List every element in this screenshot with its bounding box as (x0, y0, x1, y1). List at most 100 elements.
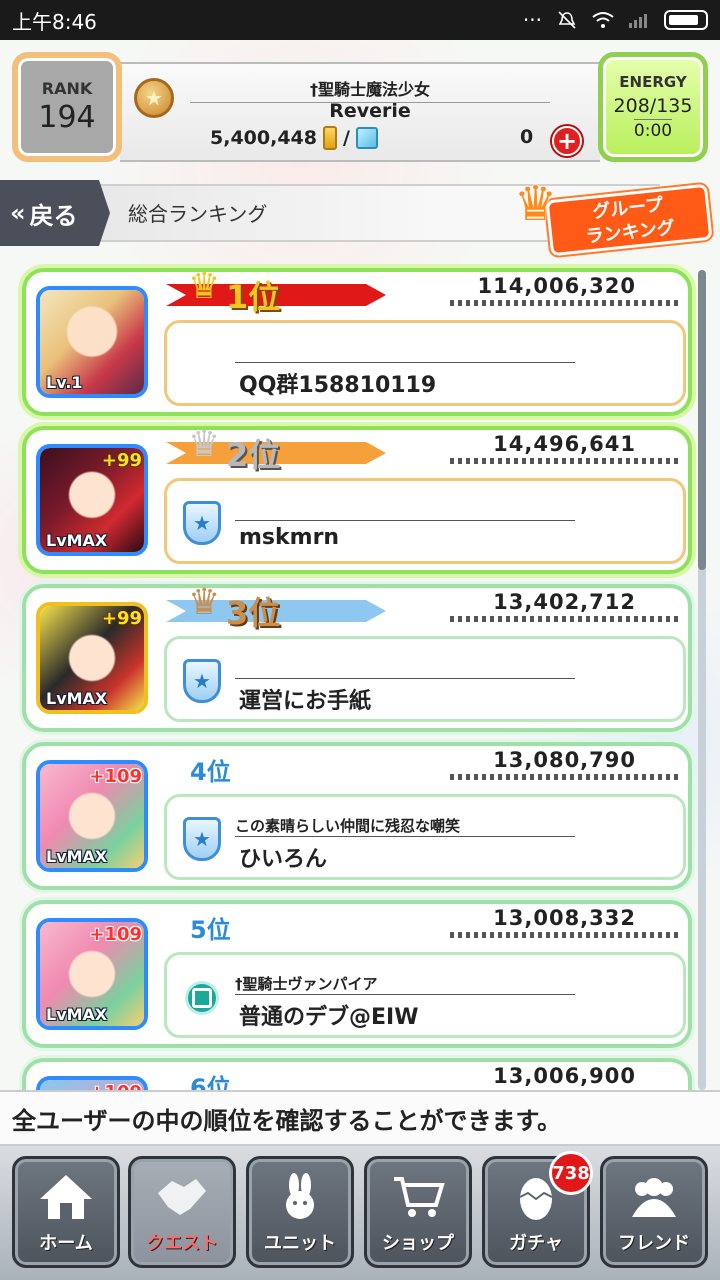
rabbit-icon (286, 1173, 314, 1219)
bonus-label: +109 (89, 924, 142, 945)
avatar[interactable]: +99 LvMAX (36, 444, 148, 556)
score: 13,008,332 (493, 906, 636, 930)
section-title: 総合ランキング (128, 202, 268, 226)
player-info-box: QQ群158810119 (164, 320, 686, 406)
level-label: LvMAX (46, 847, 108, 866)
nav-quest-button[interactable]: クエスト (128, 1156, 236, 1268)
bonus-label: +109 (89, 766, 142, 787)
gold-icon (322, 126, 337, 150)
player-title: †聖騎士魔法少女 (190, 76, 550, 103)
group-ranking-text: グループ ランキング (584, 194, 676, 248)
score: 14,496,641 (493, 432, 636, 456)
rank-label: 2位 (226, 436, 281, 474)
nav-friend-button[interactable]: フレンド (600, 1156, 708, 1268)
crown-icon: ♛ (514, 176, 558, 232)
rank-value: 194 (38, 100, 96, 135)
player-name: 普通のデブ@EIW (239, 1005, 419, 1030)
gem-badge-icon (185, 981, 219, 1015)
score: 13,006,900 (493, 1064, 636, 1088)
nav-home-button[interactable]: ホーム (12, 1156, 120, 1268)
gold-amount: 5,400,448 (210, 127, 317, 149)
player-name: QQ群158810119 (239, 373, 437, 398)
nav-label: ホーム (39, 1233, 93, 1254)
level-label: Lv.1 (46, 373, 83, 392)
double-chevron-left-icon: « (10, 199, 26, 227)
ranking-list[interactable]: Lv.1 ♛ 1位 114,006,320 QQ群158810119 +99 L… (0, 256, 720, 1090)
avatar[interactable]: +109 LvMAX (36, 760, 148, 872)
player-name: ひいろん (239, 847, 328, 872)
nav-gacha-button[interactable]: ガチャ 738 (482, 1151, 593, 1268)
player-info-box: ★ 運営にお手紙 (164, 636, 686, 722)
player-info-box: †聖騎士ヴァンパイア 普通のデブ@EIW (164, 952, 686, 1038)
bonus-label: +109 (89, 1082, 142, 1090)
level-label: LvMAX (46, 1005, 108, 1024)
avatar[interactable]: +109 LvMAX (36, 918, 148, 1030)
ranking-entry[interactable]: +99 LvMAX ♛ 3位 13,402,712 ★ 運営にお手紙 (22, 582, 692, 732)
info-banner-text: 全ユーザーの中の順位を確認することができます。 (12, 1106, 562, 1135)
energy-box[interactable]: ENERGY 208/135 0:00 (598, 52, 708, 162)
group-ranking-button[interactable]: グループ ランキング ♛ (514, 176, 713, 257)
ranking-entry[interactable]: +99 LvMAX ♛ 2位 14,496,641 ★ mskmrn (22, 424, 692, 574)
shield-icon: ★ (183, 659, 221, 703)
energy-value: 208/135 (613, 95, 693, 117)
avatar[interactable]: +99 LvMAX (36, 602, 148, 714)
rank-label: RANK (41, 79, 93, 98)
crown-icon: ♛ (188, 424, 221, 465)
scrollbar[interactable] (698, 270, 706, 1090)
gem-icon (355, 127, 378, 149)
nav-shop-button[interactable]: ショップ (364, 1156, 472, 1268)
ranking-entry[interactable]: +109 6位 13,006,900 (22, 1058, 692, 1090)
rank-ribbon: ♛ 2位 (166, 424, 386, 474)
scrollbar-thumb[interactable] (698, 270, 706, 570)
home-icon (40, 1175, 92, 1219)
status-icons: ··· (523, 8, 708, 32)
player-title (235, 499, 575, 521)
player-title: この素晴らしい仲間に残忍な嘲笑 (235, 815, 575, 837)
info-banner: 全ユーザーの中の順位を確認することができます。 (0, 1090, 720, 1146)
score-underline (450, 774, 682, 780)
player-panel[interactable]: ★ †聖騎士魔法少女 Reverie 5,400,448 / 0 + (120, 62, 600, 162)
player-title (235, 341, 575, 363)
status-bar: 上午8:46 ··· (0, 0, 720, 40)
rank-label: 1位 (226, 278, 281, 316)
dots-icon: ··· (522, 8, 542, 32)
player-name: mskmrn (239, 525, 340, 550)
nav-label: ショップ (382, 1233, 454, 1254)
nav-label: ガチャ (509, 1233, 563, 1254)
back-label: 戻る (29, 201, 78, 230)
score: 13,080,790 (493, 748, 636, 772)
rank-ribbon: ♛ 1位 (166, 266, 386, 316)
currency-separator: / (342, 127, 350, 149)
avatar[interactable]: +109 (36, 1076, 148, 1090)
medal-icon: ★ (134, 78, 174, 118)
nav-label: クエスト (146, 1233, 218, 1254)
nav-unit-button[interactable]: ユニット (246, 1156, 354, 1268)
player-name: Reverie (329, 100, 411, 122)
score-underline (450, 616, 682, 622)
rank-label: 4位 (190, 758, 231, 786)
ranking-entry[interactable]: +109 LvMAX 4位 13,080,790 ★ この素晴らしい仲間に残忍な… (22, 742, 692, 890)
score-underline (450, 932, 682, 938)
score-underline (450, 458, 682, 464)
buy-gems-button[interactable]: + (552, 126, 582, 156)
rank-ribbon: ♛ 3位 (166, 582, 386, 632)
avatar[interactable]: Lv.1 (36, 286, 148, 398)
back-button[interactable]: « 戻る (0, 180, 110, 246)
battery-icon (664, 10, 708, 30)
player-header: ★ †聖騎士魔法少女 Reverie 5,400,448 / 0 + RANK … (0, 40, 720, 170)
ranking-entry[interactable]: +109 LvMAX 5位 13,008,332 †聖騎士ヴァンパイア 普通のデ… (22, 900, 692, 1048)
player-info-box: ★ この素晴らしい仲間に残忍な嘲笑 ひいろん (164, 794, 686, 880)
ranking-entry[interactable]: Lv.1 ♛ 1位 114,006,320 QQ群158810119 (22, 266, 692, 416)
player-title: †聖騎士ヴァンパイア (235, 973, 575, 995)
score: 114,006,320 (477, 274, 636, 298)
friends-icon (632, 1178, 676, 1217)
rank-label: 6位 (190, 1074, 231, 1090)
notification-badge: 738 (549, 1151, 593, 1195)
status-time: 上午8:46 (12, 9, 97, 34)
player-name: 運営にお手紙 (239, 689, 372, 714)
shield-icon: ★ (183, 817, 221, 861)
gem-count: 0 (520, 126, 534, 148)
rank-box[interactable]: RANK 194 (12, 52, 122, 162)
bonus-label: +99 (101, 608, 142, 629)
nav-label: ユニット (264, 1233, 336, 1254)
